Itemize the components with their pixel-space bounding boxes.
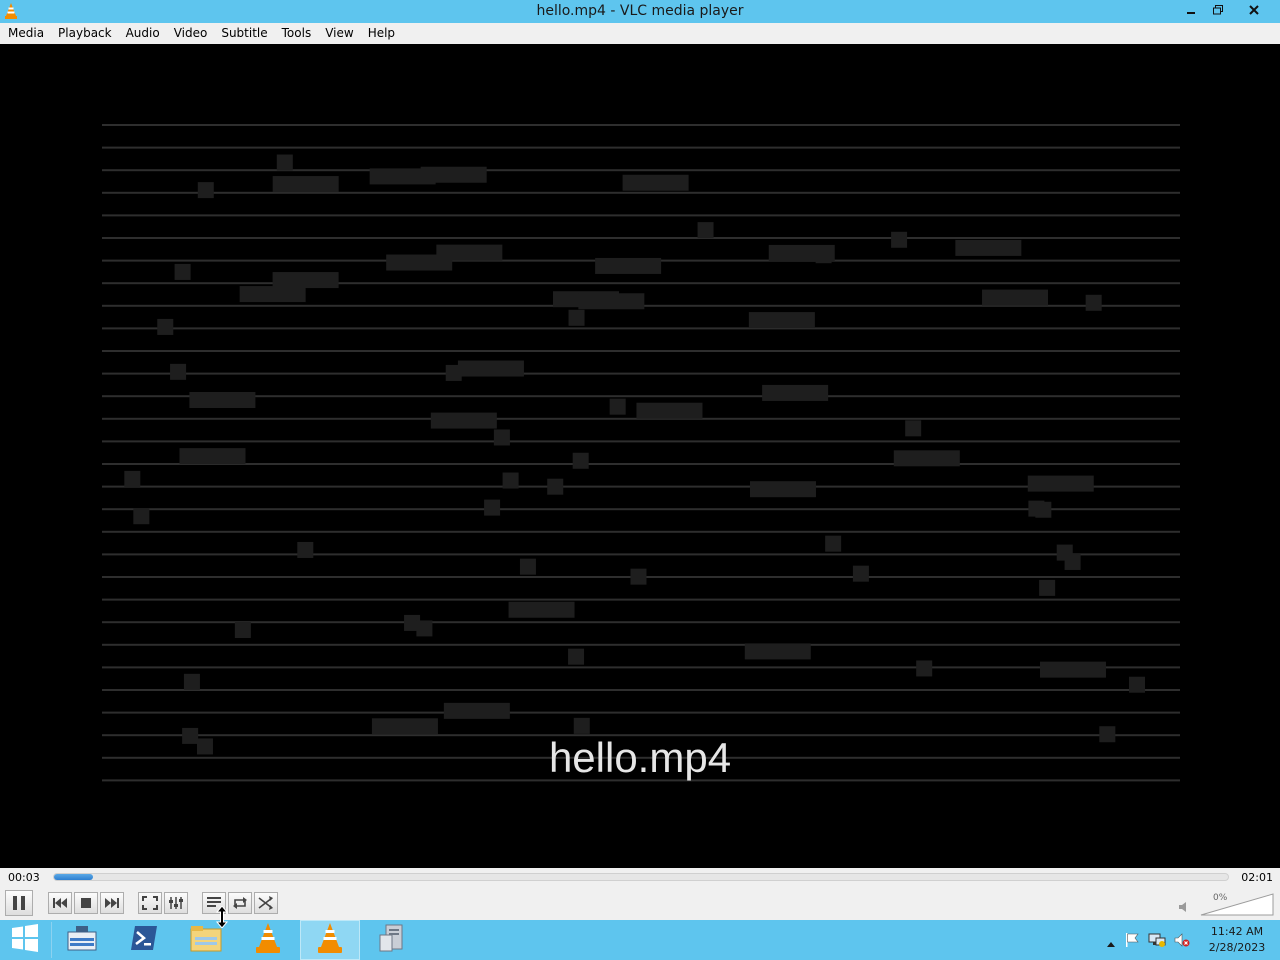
- mouse-cursor-icon: [215, 905, 229, 932]
- vlc-icon: [317, 923, 343, 957]
- elapsed-time[interactable]: 00:03: [8, 871, 40, 884]
- speaker-icon[interactable]: [1178, 898, 1190, 917]
- volume-slider[interactable]: [1199, 893, 1275, 921]
- fullscreen-icon: [142, 896, 158, 910]
- extended-settings-icon: [168, 896, 184, 910]
- menu-video[interactable]: Video: [167, 23, 215, 44]
- system-tool-icon: [377, 923, 407, 957]
- stop-button[interactable]: [74, 892, 98, 914]
- volume-level: 0%: [1213, 893, 1228, 903]
- windows-start-icon: [11, 924, 39, 956]
- total-time[interactable]: 02:01: [1241, 871, 1273, 884]
- fullscreen-button[interactable]: [138, 892, 162, 914]
- stop-icon: [80, 897, 92, 909]
- pause-icon: [11, 895, 27, 911]
- pause-button[interactable]: [5, 890, 33, 916]
- window-title: hello.mp4 - VLC media player: [536, 3, 744, 19]
- menu-bar: Media Playback Audio Video Subtitle Tool…: [0, 23, 1280, 44]
- powershell-icon: [130, 925, 158, 955]
- random-button[interactable]: [254, 892, 278, 914]
- title-bar: hello.mp4 - VLC media player: [0, 0, 1280, 23]
- loop-icon: [232, 896, 248, 910]
- extended-settings-button[interactable]: [164, 892, 188, 914]
- taskbar: 11:42 AM 2/28/2023: [0, 920, 1280, 960]
- video-title-overlay: hello.mp4: [548, 734, 732, 781]
- next-button[interactable]: [100, 892, 124, 914]
- close-button[interactable]: [1231, 0, 1277, 20]
- action-center-flag-icon[interactable]: [1124, 932, 1140, 952]
- menu-tools[interactable]: Tools: [275, 23, 319, 44]
- menu-subtitle[interactable]: Subtitle: [214, 23, 274, 44]
- network-icon[interactable]: [1148, 932, 1166, 952]
- menu-view[interactable]: View: [318, 23, 360, 44]
- control-bar: 0%: [0, 888, 1280, 920]
- seek-slider[interactable]: [53, 873, 1229, 881]
- menu-media[interactable]: Media: [1, 23, 51, 44]
- random-icon: [258, 896, 274, 910]
- next-icon: [105, 897, 119, 909]
- system-tray: [1106, 932, 1190, 952]
- loop-button[interactable]: [228, 892, 252, 914]
- seek-row: 00:03 02:01: [0, 868, 1280, 888]
- previous-button[interactable]: [48, 892, 72, 914]
- menu-playback[interactable]: Playback: [51, 23, 119, 44]
- start-button[interactable]: [0, 920, 50, 960]
- taskbar-system-tool[interactable]: [362, 920, 422, 960]
- clock-time: 11:42 AM: [1210, 925, 1264, 938]
- restore-button[interactable]: [1205, 0, 1231, 20]
- menu-help[interactable]: Help: [361, 23, 402, 44]
- clock-date: 2/28/2023: [1208, 941, 1266, 954]
- show-hidden-icons-icon[interactable]: [1106, 933, 1116, 952]
- volume-muted-icon[interactable]: [1174, 932, 1190, 952]
- server-manager-icon: [66, 922, 98, 958]
- seek-progress: [54, 874, 93, 880]
- taskbar-vlc-1[interactable]: [238, 920, 298, 960]
- taskbar-vlc-2-active[interactable]: [300, 920, 360, 960]
- vlc-icon: [255, 923, 281, 957]
- minimize-button[interactable]: [1178, 0, 1204, 20]
- video-display[interactable]: hello.mp4: [0, 44, 1280, 868]
- prev-icon: [53, 897, 67, 909]
- taskbar-powershell[interactable]: [114, 920, 174, 960]
- clock[interactable]: 11:42 AM 2/28/2023: [1203, 924, 1271, 956]
- menu-audio[interactable]: Audio: [119, 23, 167, 44]
- taskbar-server-manager[interactable]: [52, 920, 112, 960]
